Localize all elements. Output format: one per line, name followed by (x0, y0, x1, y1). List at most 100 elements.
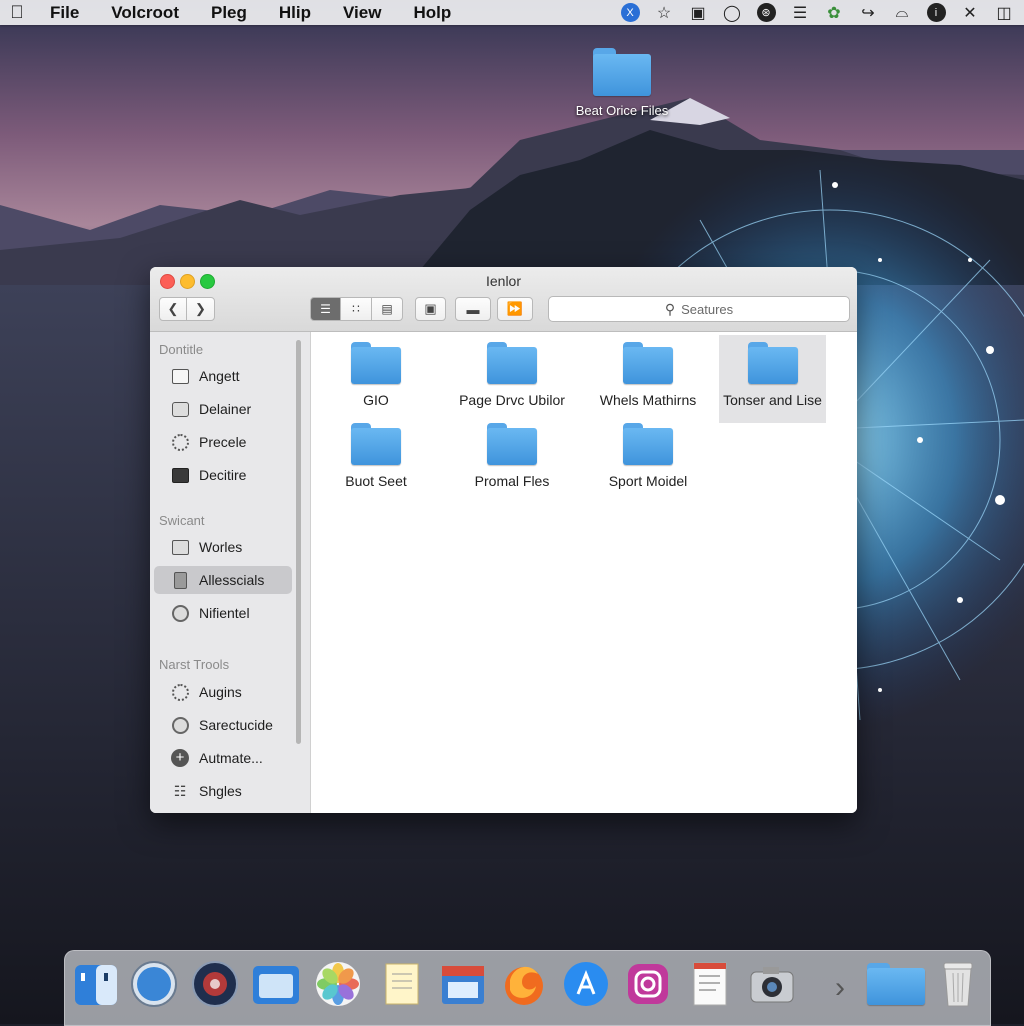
icon-view-icon[interactable]: ∷ (341, 297, 372, 321)
photos-icon[interactable] (313, 959, 363, 1009)
sidebar-item-label: Decitire (199, 467, 247, 483)
chevron-right-icon: ❯ (195, 301, 206, 316)
chevron-icon[interactable]: ↪ (856, 2, 880, 24)
sidebar-item-label: Worles (199, 539, 243, 555)
sidebar-heading: Narst Trools (159, 657, 230, 672)
film-icon[interactable]: ▣ (686, 2, 710, 24)
folder-item[interactable]: Whels Mathirns (583, 342, 713, 407)
textedit-icon[interactable] (685, 959, 735, 1009)
sidebar-item-label: Angett (199, 368, 240, 384)
share-icon[interactable]: ▣ (415, 297, 446, 321)
search-field[interactable]: ⚲ Seatures (548, 296, 850, 322)
fast-forward-icon[interactable]: ⏩ (497, 297, 533, 321)
wifi-icon[interactable]: ⌓ (890, 2, 914, 24)
search-icon: ⚲ (664, 300, 676, 317)
folder-label: Sport Moidel (608, 473, 688, 489)
clock-icon[interactable]: ◯ (720, 2, 744, 24)
folder-label: Promal Fles (474, 473, 550, 489)
app-store-icon[interactable] (561, 959, 611, 1009)
menu-edit[interactable]: Pleg (195, 3, 263, 23)
menu-bar:  File Volcroot Pleg Hlip View Holp X ☆ … (0, 0, 1024, 25)
downloads-folder-icon[interactable] (865, 959, 927, 1009)
sidebar-item[interactable]: Sarectucide (154, 711, 292, 739)
sidebar-item[interactable]: Decitire (154, 461, 292, 489)
star-icon[interactable]: ☆ (652, 2, 676, 24)
menu-file[interactable]: File (34, 3, 95, 23)
menu-view[interactable]: View (327, 3, 397, 23)
folder-icon (351, 423, 401, 465)
desktop-folder[interactable]: Beat Orice Files (560, 48, 684, 118)
menu-help-alt[interactable]: Hlip (263, 3, 327, 23)
folder-item-selected[interactable]: Tonser and Lise (719, 335, 826, 423)
folder-icon (170, 538, 190, 556)
info-icon[interactable]: i (924, 2, 948, 24)
desktop-folder-label: Beat Orice Files (575, 103, 669, 118)
bluetooth-icon[interactable]: ⊛ (754, 2, 778, 24)
sidebar-item[interactable]: + Autmate... (154, 744, 292, 772)
folder-item[interactable]: Buot Seet (311, 423, 441, 488)
trash-icon[interactable]: ◫ (992, 2, 1016, 24)
list-view-icon[interactable]: ☰ (310, 297, 341, 321)
finder-icon[interactable] (71, 959, 121, 1009)
menu-help[interactable]: Holp (397, 3, 467, 23)
back-button[interactable]: ❮ (159, 297, 187, 321)
chevron-left-icon: ❮ (167, 301, 179, 316)
folder-label: Tonser and Lise (723, 392, 822, 408)
camera-icon[interactable] (747, 959, 797, 1009)
sidebar-item-label: Delainer (199, 401, 252, 417)
sidebar-item[interactable]: Nifientel (154, 599, 292, 627)
sidebar-item-selected[interactable]: Allesscials (154, 566, 292, 594)
instagram-icon[interactable] (623, 959, 673, 1009)
file-browser: GIO Page Drvc Ubilor Whels Mathirns Tons… (311, 332, 857, 813)
sidebar-item[interactable]: Delainer (154, 395, 292, 423)
dock-separator: › (835, 971, 845, 1004)
folder-icon (623, 342, 673, 384)
sidebar-item[interactable]: Angett (154, 362, 292, 390)
sidebar-item[interactable]: ☷ Shgles (154, 777, 292, 805)
terminal-icon (170, 466, 190, 484)
search-placeholder: Seatures (681, 301, 734, 317)
preview-icon[interactable] (438, 959, 488, 1009)
palette-icon[interactable]: ✿ (822, 2, 846, 24)
close-icon[interactable]: ✕ (958, 2, 982, 24)
info-icon (170, 604, 190, 622)
finder-window: Ienlor ❮ ❯ ☰ ∷ ▤ ▣ ▬ ⏩ ⚲ Seatures Dontit… (150, 267, 857, 813)
menu-icon[interactable]: ☰ (788, 2, 812, 24)
compass-icon[interactable] (190, 959, 240, 1009)
folder-icon (351, 342, 401, 384)
tree-icon: ☷ (173, 782, 187, 799)
sidebar-heading: Dontitle (159, 342, 204, 357)
notes-app-icon[interactable] (251, 959, 301, 1009)
firefox-icon[interactable] (499, 959, 549, 1009)
trash-icon[interactable] (933, 959, 983, 1009)
sidebar-item-label: Shgles (199, 783, 242, 799)
folder-item[interactable]: Page Drvc Ubilor (447, 342, 577, 407)
sidebar-item[interactable]: Precele (154, 428, 292, 456)
folder-item[interactable]: Sport Moidel (583, 423, 713, 488)
sidebar-item-label: Nifientel (199, 605, 250, 621)
disc-icon (170, 716, 190, 734)
view-mode-selector: ☰ ∷ ▤ (310, 297, 403, 321)
sidebar: Dontitle Angett Delainer Precele Decitir… (150, 332, 311, 813)
document-icon (170, 367, 190, 385)
stickies-icon[interactable] (377, 959, 427, 1009)
sidebar-scrollbar[interactable] (296, 340, 301, 744)
sidebar-item[interactable]: Worles (154, 533, 292, 561)
x-icon[interactable]: X (618, 2, 642, 24)
folder-icon (593, 48, 651, 96)
status-area: X ☆ ▣ ◯ ⊛ ☰ ✿ ↪ ⌓ i ✕ ◫ (618, 0, 1016, 25)
plus-icon: + (170, 749, 190, 767)
sidebar-item-label: Allesscials (199, 572, 265, 588)
forward-button[interactable]: ❯ (186, 297, 215, 321)
folder-item[interactable]: Promal Fles (447, 423, 577, 488)
folder-label: Whels Mathirns (599, 392, 697, 408)
menu-app[interactable]: Volcroot (95, 3, 195, 23)
column-view-icon[interactable]: ▤ (372, 297, 403, 321)
folder-item[interactable]: GIO (311, 342, 441, 407)
folder-action-icon[interactable]: ▬ (455, 297, 491, 321)
folder-icon (170, 400, 190, 418)
sidebar-item[interactable]: Augins (154, 678, 292, 706)
apple-menu-icon[interactable]:  (0, 2, 34, 23)
sidebar-item-label: Autmate... (199, 750, 263, 766)
safari-icon[interactable] (129, 959, 179, 1009)
